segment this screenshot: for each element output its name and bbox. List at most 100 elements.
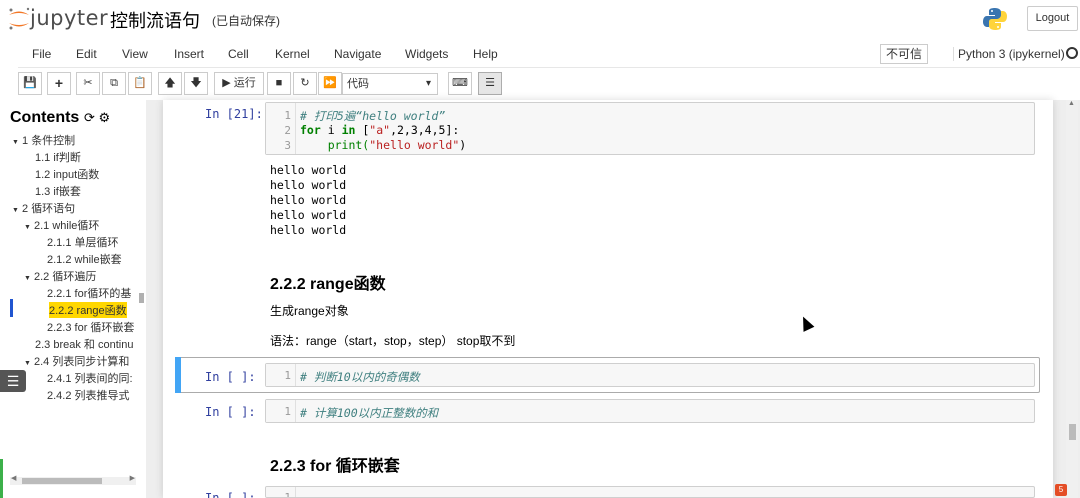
keyboard-icon: ⌨ (452, 77, 468, 89)
toc-num: 2.4.2 (47, 390, 72, 402)
toc-toggle-button[interactable]: ☰ (478, 72, 502, 95)
toc-label: 循环语句 (31, 203, 76, 215)
arrow-up-icon: 🡅 (164, 77, 176, 89)
move-down-button[interactable]: 🡇 (184, 72, 208, 95)
toc-item-2-4-1[interactable]: 2.4.1 列表间的同: (47, 370, 137, 386)
paste-icon: 📋 (133, 77, 147, 89)
stop-icon: ■ (275, 77, 283, 89)
toc-item-2-2-2[interactable]: 2.2.2 range函数 (49, 302, 127, 318)
output-line: hello world (270, 163, 347, 177)
toc-item-1-3[interactable]: 1.3 if嵌套 (35, 183, 81, 199)
save-button[interactable]: 💾 (18, 72, 42, 95)
code-cell-input[interactable]: 1 # 判断10以内的奇偶数 (265, 363, 1035, 387)
logo-text[interactable]: jupyter (30, 6, 108, 30)
menu-widgets[interactable]: Widgets (405, 47, 448, 61)
keyword: in (341, 123, 356, 137)
code-text: [ (355, 123, 370, 137)
code-cell-input[interactable]: 1 # 计算100以内正整数的和 (265, 399, 1035, 423)
html5-icon: 5 (1055, 484, 1067, 496)
paste-button[interactable]: 📋 (128, 72, 152, 95)
restart-button[interactable]: ↻ (293, 72, 317, 95)
menu-edit[interactable]: Edit (76, 47, 97, 61)
toc-num: 2.2.1 (47, 288, 72, 300)
string: "hello world" (369, 138, 460, 152)
toc-item-1[interactable]: ▼ 1 条件控制 (12, 132, 75, 148)
code-text: ,2,3,4,5]: (390, 123, 460, 137)
cell-prompt: In [ ]: (205, 491, 256, 498)
triangle-down-icon[interactable]: ▼ (12, 207, 22, 214)
code-text: print( (300, 138, 370, 152)
toc-item-2-2[interactable]: ▼ 2.2 循环遍历 (24, 268, 96, 284)
code-cell-input[interactable]: 1 2 3 # 打印5遍“hello world” for i in ["a",… (265, 102, 1035, 155)
move-up-button[interactable]: 🡅 (158, 72, 182, 95)
kernel-status-icon (1066, 47, 1078, 59)
toc-label: while循环 (52, 220, 100, 232)
toc-item-2-1[interactable]: ▼ 2.1 while循环 (24, 217, 99, 233)
menu-file[interactable]: File (32, 47, 51, 61)
toc-item-2-2-3[interactable]: 2.2.3 for 循环嵌套 (47, 319, 137, 335)
toc-num: 2.1.2 (47, 254, 72, 266)
toc-item-2-4-2[interactable]: 2.4.2 列表推导式 (47, 387, 137, 403)
notebook-title[interactable]: 控制流语句 (110, 7, 200, 33)
toc-toggle-icon[interactable]: ☰ (0, 370, 26, 392)
markdown-heading: 2.2.3 for 循环嵌套 (270, 458, 400, 475)
interrupt-button[interactable]: ■ (267, 72, 291, 95)
restart-run-all-button[interactable]: ⏩ (318, 72, 342, 95)
sidebar-scrollbar[interactable] (139, 293, 144, 303)
cell-prompt: In [ ]: (205, 370, 256, 384)
triangle-down-icon[interactable]: ▼ (24, 275, 34, 282)
menu-kernel[interactable]: Kernel (275, 47, 310, 61)
toc-label: while嵌套 (74, 254, 122, 266)
triangle-down-icon[interactable]: ▼ (12, 139, 22, 146)
toc-item-2-4[interactable]: ▼ 2.4 列表同步计算和 (24, 353, 137, 369)
triangle-down-icon[interactable]: ▼ (24, 360, 34, 367)
menu-cell[interactable]: Cell (228, 47, 249, 61)
menu-help[interactable]: Help (473, 47, 498, 61)
menu-insert[interactable]: Insert (174, 47, 204, 61)
run-button[interactable]: ▶ 运行 (214, 72, 264, 95)
cell-prompt: In [21]: (205, 107, 263, 121)
line-number: 1 (284, 109, 291, 122)
toc-item-2[interactable]: ▼ 2 循环语句 (12, 200, 75, 216)
refresh-icon[interactable]: ⟳ (84, 110, 95, 125)
insert-cell-button[interactable]: + (47, 72, 71, 95)
sidebar-hscroll-thumb[interactable] (22, 478, 102, 484)
scroll-up-icon[interactable]: ▲ (1068, 100, 1075, 107)
line-gutter: 1 (266, 364, 296, 386)
markdown-text: 语法：range（start，stop，step） stop取不到 (270, 334, 516, 348)
toc-label: 条件控制 (31, 135, 76, 147)
gear-icon[interactable]: ⚙ (99, 110, 111, 125)
toc-item-1-2[interactable]: 1.2 input函数 (35, 166, 99, 182)
toc-item-2-2-1[interactable]: 2.2.1 for循环的基 (47, 285, 137, 301)
toc-label: for 循环嵌套 (74, 322, 135, 334)
toc-item-1-1[interactable]: 1.1 if判断 (35, 149, 81, 165)
menu-view[interactable]: View (122, 47, 148, 61)
command-palette-button[interactable]: ⌨ (448, 72, 472, 95)
cell-type-select[interactable]: 代码 ▾ (342, 73, 438, 95)
copy-button[interactable]: ⧉ (102, 72, 126, 95)
jupyter-logo-icon[interactable] (6, 6, 32, 32)
scroll-right-icon[interactable]: ▶ (130, 474, 135, 482)
notebook-scrollbar[interactable]: ▲ (1066, 100, 1078, 498)
output-line: hello world (270, 193, 347, 207)
toc-item-2-3[interactable]: 2.3 break 和 continu (35, 336, 137, 352)
triangle-down-icon[interactable]: ▼ (24, 224, 34, 231)
logout-button[interactable]: Logout (1027, 6, 1078, 31)
toc-item-2-1-2[interactable]: 2.1.2 while嵌套 (47, 251, 122, 267)
code-text: i (320, 123, 342, 137)
cut-button[interactable]: ✂ (76, 72, 100, 95)
markdown-heading: 2.2.2 range函数 (270, 276, 386, 293)
line-number: 1 (284, 491, 291, 498)
code-cell-input[interactable]: 1 (265, 486, 1035, 498)
sidebar-hscrollbar[interactable]: ◀ ▶ (10, 474, 136, 485)
code-text: ) (459, 138, 467, 152)
toc-num: 2.1 (34, 220, 50, 232)
toc-item-2-1-1[interactable]: 2.1.1 单层循环 (47, 234, 119, 250)
scroll-left-icon[interactable]: ◀ (11, 474, 16, 482)
green-indicator-bar (0, 459, 3, 498)
menu-navigate[interactable]: Navigate (334, 47, 381, 61)
toc-label: 列表间的同: (74, 373, 133, 385)
trust-button[interactable]: 不可信 (880, 44, 929, 64)
notebook-scroll-thumb[interactable] (1069, 424, 1076, 440)
toc-sidebar: Contents ⟳ ⚙ ▼ 1 条件控制 1.1 if判断 1.2 input函… (0, 100, 146, 498)
